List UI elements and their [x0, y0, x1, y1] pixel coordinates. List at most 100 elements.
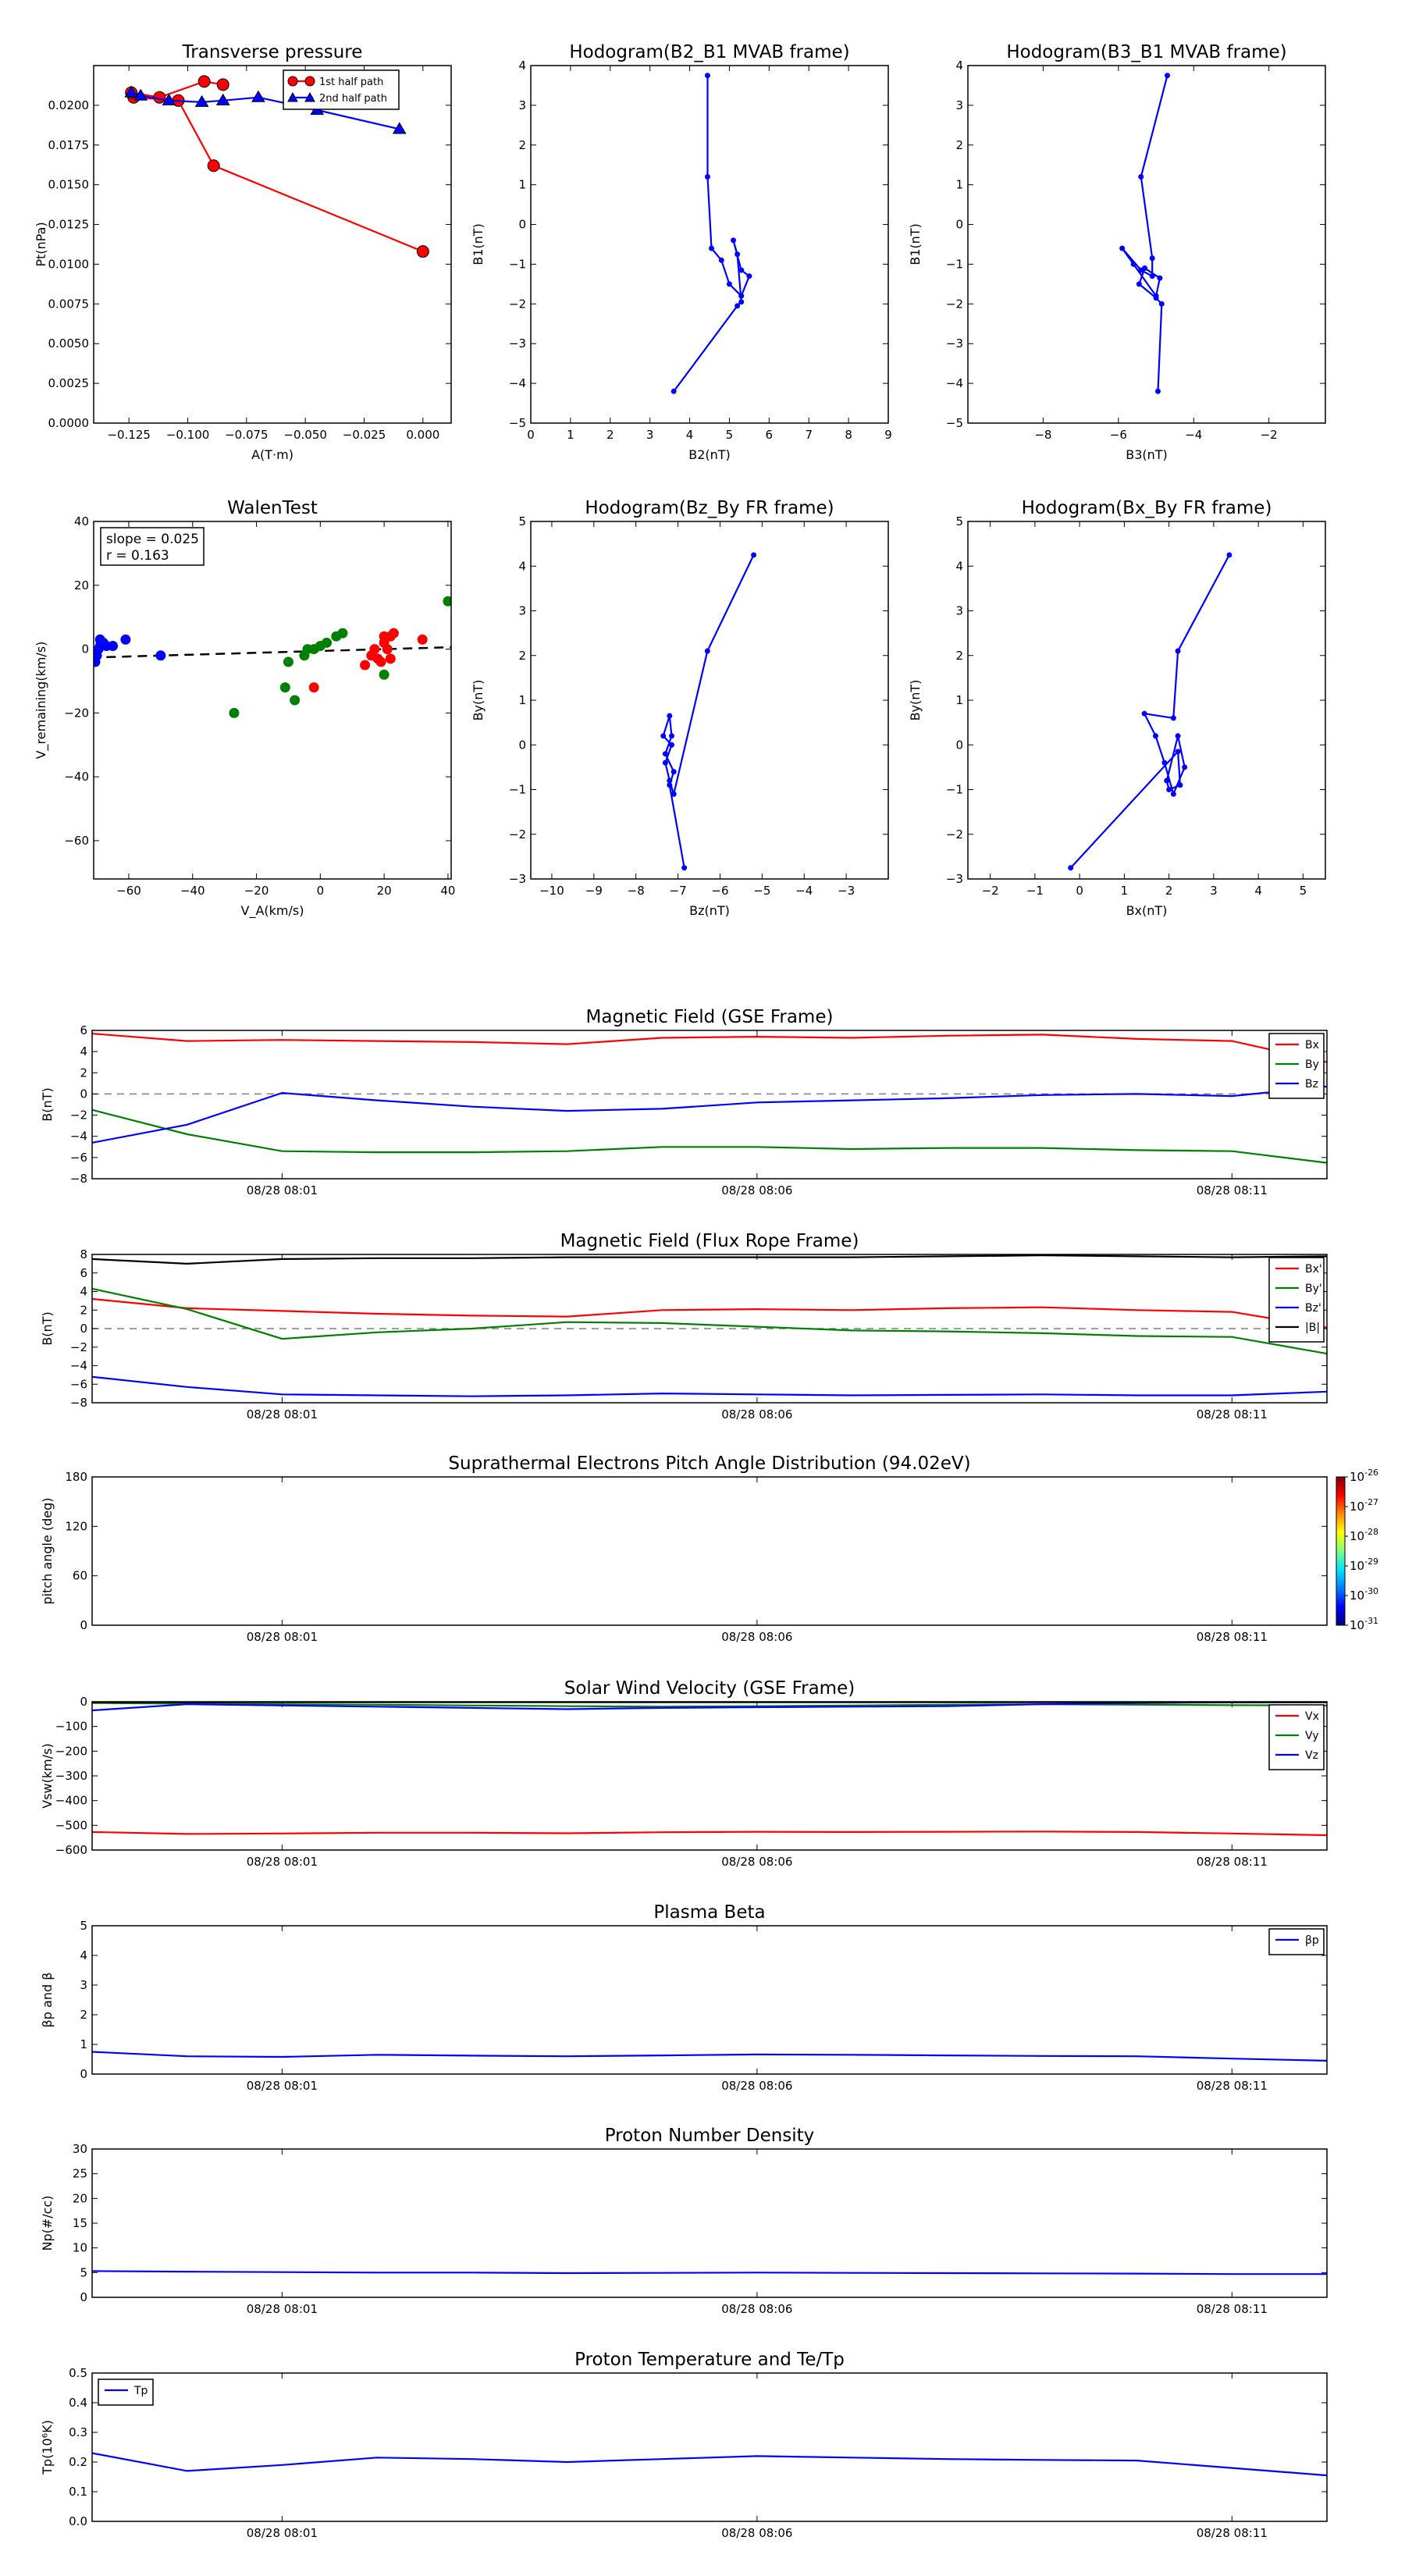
y-tick-label: −4 [509, 376, 526, 390]
x-tick-label: 4 [686, 428, 694, 442]
x-tick-label: 4 [1254, 884, 1262, 898]
y-tick-label: 2 [80, 1066, 87, 1080]
series-line-hg2-0 [1121, 75, 1168, 392]
data-point-hg4-0-12 [1175, 749, 1181, 755]
chart-hg3: Hodogram(Bz_By FR frame)−3−2−1012345−10−… [471, 498, 889, 918]
y-tick-label: 2 [80, 1303, 87, 1317]
legend-label: 1st half path [319, 76, 383, 88]
y-tick-label: 3 [80, 1978, 87, 1992]
data-point-tp-0-0 [416, 245, 429, 258]
y-axis-label: V_remaining(km/s) [34, 642, 49, 760]
y-axis-label: B(nT) [40, 1311, 55, 1345]
y-tick-label: −3 [946, 872, 963, 886]
chart-title-tp2: Proton Temperature and Te/Tp [574, 2350, 845, 2370]
colorbar-base: 10 [1350, 1618, 1364, 1632]
chart-title-vsw: Solar Wind Velocity (GSE Frame) [564, 1678, 855, 1699]
y-tick-label: 1 [518, 693, 526, 707]
y-tick-label: 6 [80, 1023, 87, 1037]
data-point-hg2-0-1 [1138, 173, 1144, 180]
y-tick-label: −6 [70, 1377, 87, 1391]
colorbar-exponent: -29 [1364, 1557, 1378, 1567]
plot-frame-tp [93, 65, 452, 424]
y-tick-label: 4 [518, 59, 526, 73]
y-tick-label: 2 [80, 2008, 87, 2022]
x-tick-label: 08/28 08:06 [721, 2526, 792, 2540]
y-tick-label: −2 [946, 827, 963, 841]
plot-frame-walen [93, 521, 452, 880]
y-tick-label: −2 [70, 1108, 87, 1123]
x-axis-label: B2(nT) [688, 447, 731, 462]
y-tick-label: 0 [80, 1087, 87, 1101]
heatmap-area [92, 1477, 1327, 1625]
x-tick-label: 0 [317, 884, 325, 898]
y-tick-label: −3 [946, 336, 963, 350]
data-point-hg4-0-2 [1170, 715, 1176, 721]
data-point-hg1-0-1 [704, 173, 710, 180]
y-tick-label: 0.0050 [48, 336, 90, 350]
x-tick-label: −60 [116, 884, 141, 898]
x-axis-label: Bx(nT) [1126, 903, 1168, 918]
data-point-hg3-0-9 [662, 751, 668, 757]
x-tick-label: 08/28 08:11 [1197, 2079, 1268, 2093]
colorbar-exponent: -30 [1364, 1586, 1378, 1596]
y-tick-label: −8 [70, 1172, 87, 1186]
plot-frame-np [91, 2148, 1328, 2298]
chart-title-bgse: Magnetic Field (GSE Frame) [586, 1007, 834, 1027]
legend-label: Tp [133, 2385, 148, 2397]
chart-hg4: Hodogram(Bx_By FR frame) −3 −2 −1 0 1 2 3 4 5 −2 −1… [908, 498, 1326, 918]
x-tick-label: 7 [805, 428, 813, 442]
y-axis-label: Pt(nPa) [34, 222, 48, 266]
y-tick-label: 3 [518, 604, 526, 618]
y-tick-label: 0.0025 [48, 376, 90, 390]
data-point-walen-0-3 [94, 656, 101, 667]
y-tick-label: −600 [55, 1843, 87, 1857]
data-point-hg1-0-10 [738, 299, 745, 305]
y-tick-label: −300 [55, 1769, 87, 1783]
chart-walen: WalenTest −60 −40 −20 0 20 40 −60 −40 −20 0 20 40 V_A… [34, 498, 455, 919]
y-tick-label: 0 [81, 642, 89, 656]
data-point-hg1-0-7 [738, 267, 745, 273]
y-tick-label: −1 [946, 257, 963, 271]
y-tick-label: −2 [509, 297, 526, 311]
plot-frame-bgse [91, 1030, 1328, 1179]
figure-canvas: Transverse pressure0.00000.00250.00500.0… [34, 42, 1378, 2540]
x-tick-label: 40 [440, 884, 455, 898]
series-line-hg3-0 [662, 554, 755, 868]
x-tick-label: 08/28 08:11 [1197, 2302, 1268, 2316]
y-tick-label: 0 [518, 218, 526, 232]
y-tick-label: −6 [70, 1151, 87, 1165]
plot-frame-hg2 [967, 65, 1326, 424]
x-tick-label: 08/28 08:01 [247, 1407, 318, 1421]
annotation-text: slope = 0.025 [106, 532, 199, 547]
data-point-hg4-0-0 [1226, 552, 1232, 558]
x-tick-label: 1 [567, 428, 574, 442]
colorbar-tick-label: 10-30 [1350, 1586, 1378, 1603]
y-tick-label: 180 [65, 1470, 87, 1484]
series-line-bfr-2 [92, 1375, 1327, 1397]
x-tick-label: 20 [377, 884, 392, 898]
colorbar-tick-label: 10-26 [1350, 1468, 1378, 1484]
chart-tp: Transverse pressure 0.0000 0.0025 0.0050 0.0… [34, 42, 452, 462]
chart-title-bfr: Magnetic Field (Flux Rope Frame) [560, 1231, 859, 1251]
x-tick-label: −8 [1034, 428, 1051, 442]
y-tick-label: 4 [80, 1285, 87, 1299]
data-point-hg4-0-7 [1182, 764, 1188, 770]
data-point-walen-1-1 [279, 682, 290, 693]
data-point-walen-1-2 [283, 656, 293, 667]
x-tick-label: 08/28 08:06 [721, 2079, 792, 2093]
y-tick-label: 1 [955, 693, 963, 707]
y-tick-label: 0 [80, 2290, 87, 2304]
data-point-tp-0-7 [216, 78, 229, 91]
x-tick-label: −9 [585, 884, 603, 898]
data-point-hg4-0-11 [1177, 782, 1183, 788]
y-tick-label: 5 [80, 2265, 87, 2279]
x-tick-label: 08/28 08:01 [247, 2079, 318, 2093]
x-tick-label: 08/28 08:11 [1197, 1183, 1268, 1197]
data-point-walen-2-5 [375, 656, 386, 667]
chart-title-hg2: Hodogram(B3_B1 MVAB frame) [1006, 42, 1286, 62]
y-tick-label: −5 [946, 416, 963, 430]
x-tick-label: 08/28 08:06 [721, 1855, 792, 1869]
data-point-hg1-0-6 [746, 273, 752, 279]
y-tick-label: 0.5 [69, 2366, 87, 2380]
data-point-hg2-0-13 [1154, 388, 1161, 394]
